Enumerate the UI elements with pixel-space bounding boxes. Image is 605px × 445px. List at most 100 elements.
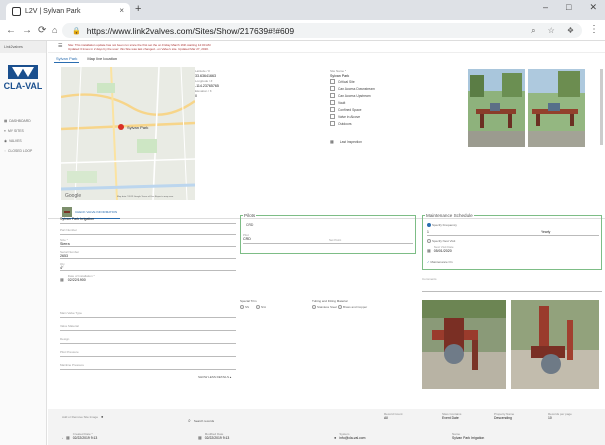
alert-line: Updated 3 times in 2 days by the user: t…	[68, 47, 209, 51]
record-count-select[interactable]: Record Count All	[384, 412, 403, 420]
show-less-details-link[interactable]: SHOW LESS DETAILS ▴	[198, 375, 231, 379]
frequency-unit-select[interactable]: Yearly	[541, 230, 550, 234]
site-photo-1[interactable]	[468, 69, 525, 147]
site-tabs: Sylvan Park Map live location	[54, 55, 119, 63]
next-visit-field[interactable]: ▦ Next Visit Date 05/01/2020	[427, 245, 454, 253]
pilot-pressure-field[interactable]: Pilot Pressure	[60, 350, 79, 354]
install-date-field[interactable]: ▦ Date of Installation * 02/22/1900	[60, 274, 95, 282]
longitude-field[interactable]: Longitude / # -114.23765765	[195, 79, 219, 88]
back-arrow-icon[interactable]: ←	[6, 25, 16, 36]
browser-tab[interactable]: L2V | Sylvan Park ×	[6, 3, 130, 20]
map-pin-icon[interactable]	[118, 124, 124, 130]
close-window-button[interactable]: ✕	[589, 2, 597, 13]
specify-frequency-radio[interactable]: Specify Frequency	[427, 223, 457, 227]
calendar-icon: ▦	[427, 248, 431, 253]
maintenance-panel: Maintenance Schedule Specify Frequency 1…	[422, 213, 602, 270]
main-content: ☰ Site: This installation update has not…	[48, 41, 605, 445]
tubing-brass-radio[interactable]: Brass and Copper	[338, 305, 367, 309]
tubing-ss-radio[interactable]: Stainless Steel	[312, 305, 337, 309]
calendar-icon: ▦	[66, 435, 70, 440]
forward-arrow-icon[interactable]: →	[22, 25, 32, 36]
new-tab-button[interactable]: +	[135, 3, 141, 15]
reload-icon[interactable]: ⟳	[38, 25, 46, 36]
trim-ss-radio[interactable]: SS	[240, 305, 249, 309]
maintenance-title: Maintenance Schedule	[425, 213, 474, 218]
sidebar: Link2valves CLA-VAL ▦ DASHBOARD ≡ MY SITES…	[0, 41, 47, 445]
tab-site[interactable]: Sylvan Park	[54, 55, 80, 63]
svg-text:CLA-VAL: CLA-VAL	[4, 81, 42, 91]
mainline-pressure-field[interactable]: Mainline Pressure	[60, 363, 84, 367]
sidebar-item-valves[interactable]: ◉ VALVES	[0, 136, 46, 146]
extension-icon[interactable]: ❖	[567, 26, 574, 36]
info-icon: ●	[101, 414, 104, 419]
size-field[interactable]: Size * Sierra	[60, 238, 70, 246]
records-grid: Add or Remove Site Image ● ⌕ Search record…	[48, 409, 605, 445]
serial-number-field[interactable]: Serial Number 2653	[60, 250, 79, 258]
access-downstream-checkbox[interactable]: Can Access Downstream	[330, 86, 375, 91]
browser-menu-icon[interactable]: ⋮	[589, 24, 599, 35]
svg-text:Map data ©2019 Google Terms: Map data ©2019 Google Terms of Use Repor…	[117, 195, 174, 198]
maximize-button[interactable]: □	[566, 2, 571, 13]
system-user-cell: ● System info@cla-val.com	[334, 432, 366, 440]
add-image-control[interactable]: Add or Remove Site Image ●	[62, 414, 103, 419]
hamburger-menu-icon[interactable]: ☰	[58, 44, 62, 49]
sort-order-select[interactable]: Property Name Descending	[494, 412, 514, 420]
sidebar-item-dashboard[interactable]: ▦ DASHBOARD	[0, 116, 46, 126]
expand-icon[interactable]: ›	[62, 436, 63, 440]
last-inspection-field[interactable]: ▦ Last Inspection	[330, 139, 362, 144]
url-text: https://www.link2valves.com/Sites/Show/2…	[86, 25, 295, 36]
elevation-field[interactable]: Elevation / ft 0	[195, 89, 212, 98]
bookmark-star-icon[interactable]: ☆	[548, 26, 555, 36]
lock-icon: 🔒	[72, 27, 81, 35]
site-map[interactable]: Sylvan Park Google Map data ©2019 Google…	[61, 67, 195, 200]
valve-name-field[interactable]: Sylvan Park Irrigation	[60, 217, 94, 221]
valve-photo-1[interactable]	[422, 300, 506, 389]
tab-map-live[interactable]: Map live location	[85, 55, 119, 63]
part-number-field[interactable]: Part Number	[60, 228, 77, 232]
trim-na-radio[interactable]: N/A	[256, 305, 266, 309]
photo-scrollbar[interactable]	[600, 69, 603, 145]
site-photo-2[interactable]	[528, 69, 585, 147]
qty-field[interactable]: Qty 4"	[60, 262, 65, 270]
valve-alcove-checkbox[interactable]: Valve in Alcove	[330, 114, 360, 119]
search-records-input[interactable]: ⌕ Search records	[188, 418, 214, 424]
pilot-value: CRD	[246, 223, 254, 227]
special-trim-label: Special Trim	[240, 299, 257, 303]
tubing-label: Tubing and Fitting Material	[312, 299, 348, 303]
tab-title: L2V | Sylvan Park	[25, 8, 81, 15]
pilot-select[interactable]: Pilot CRD	[243, 233, 251, 241]
vault-checkbox[interactable]: Vault	[330, 100, 345, 105]
closed-loop-icon: ◌	[4, 149, 7, 153]
modified-date-cell: ▦ Modified Date 02/22/2019 9:13	[198, 432, 230, 440]
sidebar-item-closed-loop[interactable]: ◌ CLOSED LOOP	[0, 146, 46, 156]
frequency-value[interactable]: 1	[427, 230, 429, 234]
record-row[interactable]: › ▦ Created Date * 02/22/2019 9:13	[62, 432, 97, 440]
comments-field[interactable]: Comments	[422, 277, 437, 281]
zoom-icon[interactable]: ⌕	[531, 26, 535, 36]
url-bar[interactable]: 🔒 https://www.link2valves.com/Sites/Show…	[62, 23, 582, 38]
records-per-page-select[interactable]: Records per page 10	[548, 412, 572, 420]
window-controls: – □ ✕	[543, 2, 597, 13]
design-select[interactable]: Design	[60, 337, 69, 341]
valve-photo-2[interactable]	[511, 300, 599, 389]
sidebar-item-my-sites[interactable]: ≡ MY SITES	[0, 126, 46, 136]
minimize-button[interactable]: –	[543, 2, 548, 13]
confined-space-checkbox[interactable]: Confined Space	[330, 107, 361, 112]
valve-material-select[interactable]: Valve Material	[60, 324, 79, 328]
critical-site-checkbox[interactable]: Critical Site	[330, 79, 355, 84]
site-name-field[interactable]: Site Name * Sylvan Park	[330, 69, 349, 78]
set-point-field[interactable]: Set Point	[329, 238, 341, 242]
tab-close-icon[interactable]: ×	[119, 6, 124, 15]
maintenance-on-toggle[interactable]: ✓ Maintenance On	[427, 260, 453, 264]
specify-next-visit-radio[interactable]: Specify Next Visit	[427, 239, 455, 243]
outdoors-checkbox[interactable]: Outdoors	[330, 121, 352, 126]
svg-text:Google: Google	[65, 193, 81, 199]
name-cell: Name Sylvan Park Irrigation	[452, 432, 485, 440]
access-upstream-checkbox[interactable]: Can Access Upstream	[330, 93, 371, 98]
latitude-field[interactable]: Latitude / #33.63641663	[195, 69, 216, 78]
sidebar-menu: ▦ DASHBOARD ≡ MY SITES ◉ VALVES ◌ CLOSED LOO…	[0, 116, 46, 156]
map-drawing: Sylvan Park Google Map data ©2019 Google…	[61, 67, 195, 200]
home-icon[interactable]: ⌂	[52, 25, 57, 35]
main-valve-type-select[interactable]: Main Valve Type	[60, 311, 82, 315]
sort-field-select[interactable]: Sites Contains Event Date	[442, 412, 461, 420]
